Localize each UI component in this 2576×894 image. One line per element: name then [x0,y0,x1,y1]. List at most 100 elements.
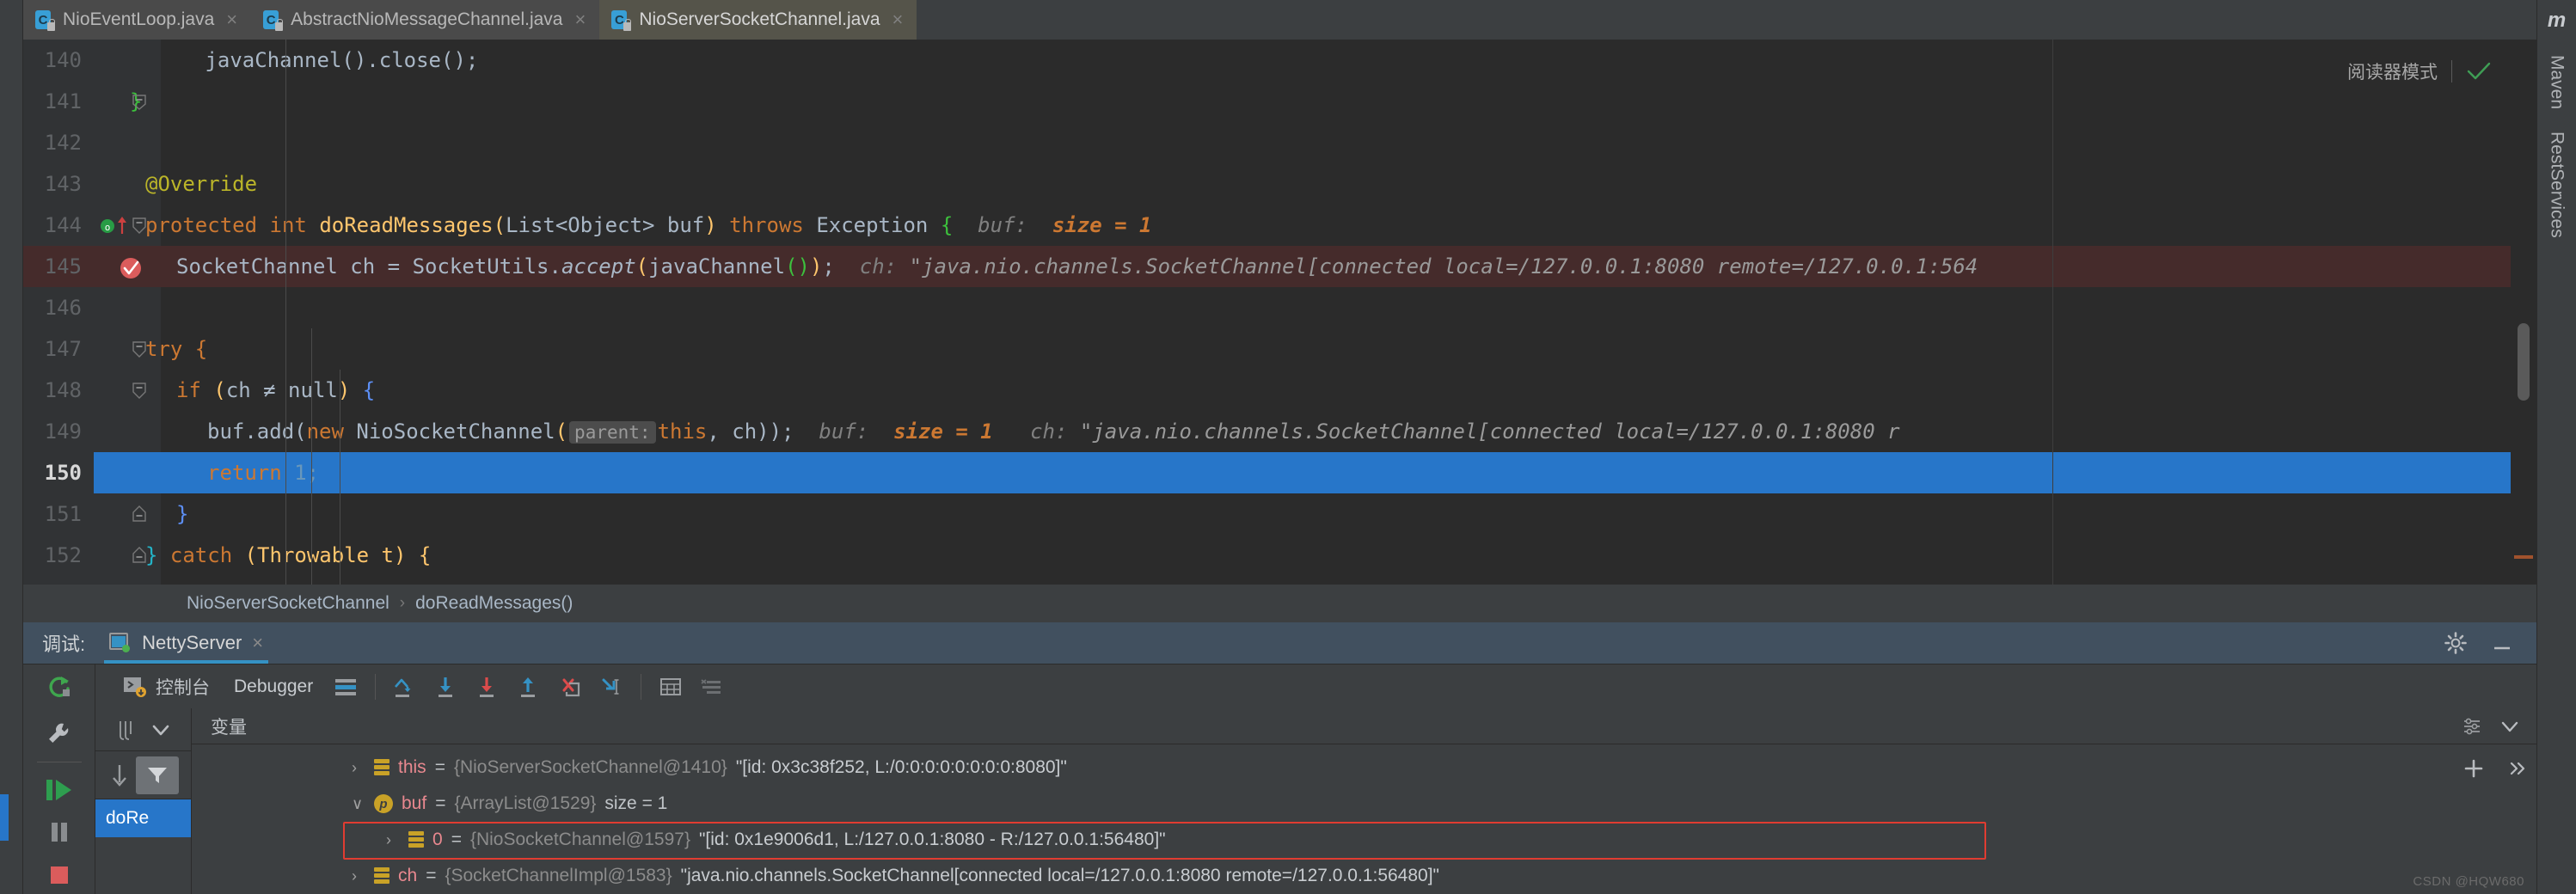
java-class-icon: C [611,9,632,31]
line-number: 150 [23,452,94,493]
field-icon [374,759,389,776]
debug-toolbar: 控制台 Debugger [23,664,2536,709]
layout-settings-icon[interactable] [2461,715,2483,738]
code-line-149[interactable]: 149 buf.add(new NioSocketChannel(parent:… [23,411,2511,452]
parameter-icon: p [374,794,393,813]
settings-wrench-icon[interactable] [35,715,83,753]
breadcrumb-method[interactable]: doReadMessages() [415,593,573,614]
thread-icon[interactable] [115,719,138,741]
breadcrumb-class[interactable]: NioServerSocketChannel [187,593,389,614]
variable-row-0[interactable]: › 0 = {NioSocketChannel@1597} "[id: 0x1e… [192,822,2536,858]
code-line-148[interactable]: 148 if (ch ≠ null) { [23,370,2511,411]
fold-collapse-icon[interactable] [130,505,149,524]
chevron-down-icon[interactable] [2499,715,2521,738]
variable-value: "[id: 0x1e9006d1, L:/127.0.0.1:8080 - R:… [698,830,1166,849]
line-number: 152 [44,543,82,567]
inline-hint-name: ch: [1030,419,1068,444]
editor-tab-nioserversocketchannel[interactable]: C NioServerSocketChannel.java × [599,0,917,40]
gutter-icons [94,370,161,411]
parameter-hint-badge[interactable]: parent: [569,421,656,444]
variable-row-buf[interactable]: ∨ p buf = {ArrayList@1529} size = 1 [192,786,2536,822]
fold-collapse-icon[interactable] [130,216,149,235]
svg-text:o: o [105,222,111,233]
resume-program-icon[interactable] [35,771,83,809]
editor-tab-nioeventloop[interactable]: C NioEventLoop.java × [23,0,252,40]
code-line-145[interactable]: 145 SocketChannel ch = SocketUtils.accep… [23,246,2511,287]
fold-collapse-icon[interactable] [130,546,149,565]
editor-scrollbar[interactable] [2511,40,2536,585]
pause-program-icon[interactable] [35,813,83,851]
code-line-142[interactable]: 142 [23,122,2511,163]
breakpoint-icon[interactable] [118,255,141,279]
chevron-down-icon[interactable] [150,719,172,741]
inline-hint-value: "java.nio.channels.SocketChannel[connect… [909,254,1978,279]
close-icon[interactable]: × [223,10,237,29]
evaluate-icon[interactable] [650,666,691,707]
rerun-button[interactable] [23,664,95,709]
step-out-icon[interactable] [508,666,549,707]
tool-window-restservices[interactable]: RestServices [2547,132,2567,238]
force-step-into-icon[interactable] [467,666,508,707]
run-to-cursor-icon[interactable] [591,666,632,707]
code-line-151[interactable]: 151 } [23,493,2511,535]
reader-mode-indicator[interactable]: 阅读器模式 [2347,58,2492,84]
close-icon[interactable]: × [252,632,263,654]
equals-sign: = [434,757,445,777]
equals-sign: = [451,830,462,849]
variable-row-this[interactable]: › this = {NioServerSocketChannel@1410} "… [192,750,2536,786]
code-token: return [207,461,282,485]
code-line-150-current[interactable]: 150 return 1; [23,452,2511,493]
minimize-icon[interactable] [2490,631,2514,655]
tab-debugger[interactable]: Debugger [222,677,325,697]
add-watch-icon[interactable] [2462,756,2486,781]
equals-sign: = [435,793,446,813]
code-line-143[interactable]: 143 @Override [23,163,2511,205]
code-editor[interactable]: 140 javaChannel().close(); 141} 142 143… [23,40,2511,585]
variable-row-ch[interactable]: › ch = {SocketChannelImpl@1583} "java.ni… [192,858,2536,894]
expand-more-icon[interactable] [2505,756,2529,781]
close-icon[interactable]: × [889,10,904,29]
code-line-147[interactable]: 147 try { [23,328,2511,370]
arrow-down-icon[interactable] [108,762,131,789]
variables-panel: 变量 › this = {NioServerSocketChannel@1410… [192,708,2536,894]
variables-rail [2454,744,2536,894]
expander-icon[interactable]: › [352,867,365,885]
step-into-icon[interactable] [426,666,467,707]
drop-frame-icon[interactable] [549,666,591,707]
expander-icon[interactable]: › [352,759,365,777]
layout-icon[interactable] [325,666,366,707]
fold-collapse-icon[interactable] [130,92,149,111]
step-over-icon[interactable] [384,666,426,707]
settings-gear-icon[interactable] [2444,631,2468,655]
code-token: buf.add( [207,419,307,444]
code-token: , ch)); [707,419,794,444]
code-line-141[interactable]: 141 } [23,81,2511,122]
chevron-right-icon: › [399,594,406,612]
inspection-ok-icon[interactable] [2466,60,2492,83]
fold-collapse-icon[interactable] [130,381,149,400]
mute-breakpoints-icon[interactable] [691,666,733,707]
close-icon[interactable]: × [572,10,586,29]
code-line-152[interactable]: 152 } catch (Throwable t) { [23,535,2511,576]
code-line-146[interactable]: 146 [23,287,2511,328]
override-method-icon[interactable]: o [99,213,133,237]
variable-type: {SocketChannelImpl@1583} [445,866,672,885]
inline-hint-value: size = 1 [1052,213,1152,237]
fold-collapse-icon[interactable] [130,340,149,358]
stop-icon[interactable] [35,856,83,894]
editor-tab-abstractniomessagechannel[interactable]: C AbstractNioMessageChannel.java × [251,0,600,40]
expander-icon[interactable]: ∨ [352,795,365,813]
scrollbar-thumb[interactable] [2518,323,2530,401]
console-icon [123,676,147,698]
tab-debugger-label: Debugger [234,676,314,696]
code-line-144[interactable]: 144 o protected int doReadMessages(List<… [23,205,2511,246]
expander-icon[interactable]: › [386,831,400,849]
filter-icon[interactable] [135,756,179,794]
tab-console[interactable]: 控制台 [111,674,222,700]
code-line-140[interactable]: 140 javaChannel().close(); [23,40,2511,81]
stack-frame-item[interactable]: doRe [95,799,191,837]
code-token: NioSocketChannel [356,419,555,444]
line-number: 149 [44,419,82,444]
debug-session-tab[interactable]: NettyServer × [104,622,269,664]
tool-window-maven[interactable]: Maven [2547,55,2567,109]
